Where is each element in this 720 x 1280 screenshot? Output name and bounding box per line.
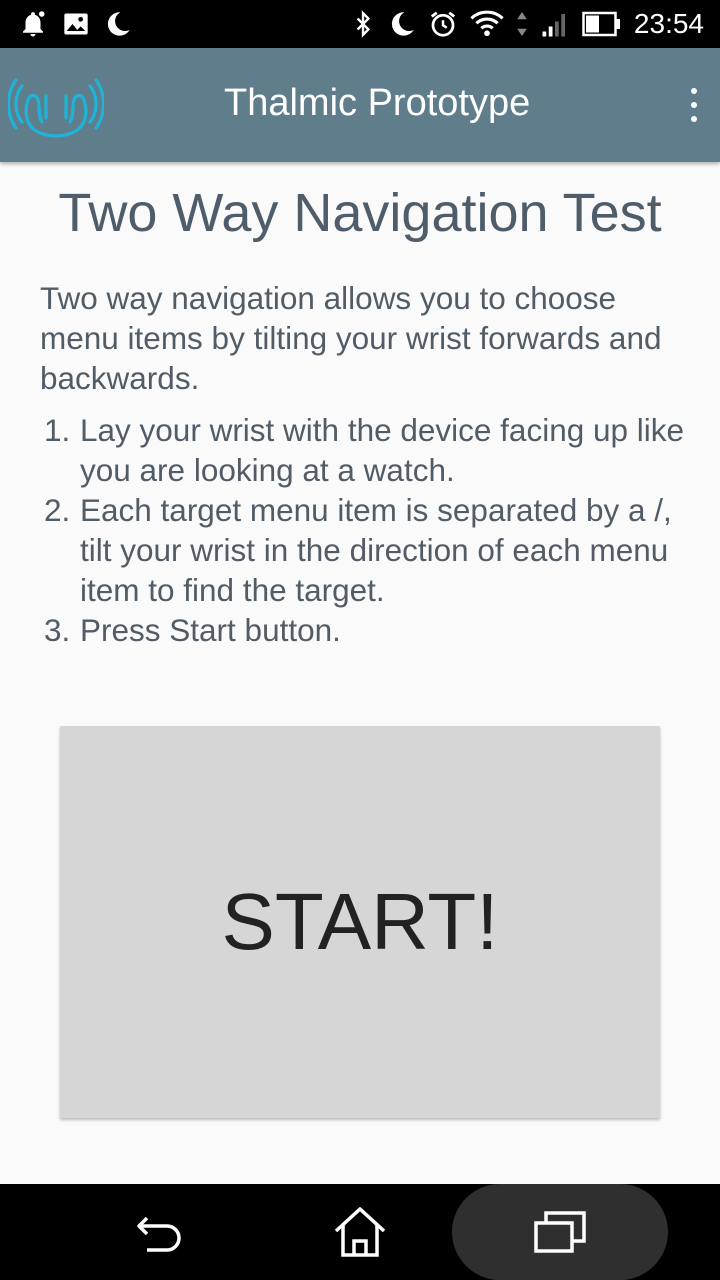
step-item: 2. Each target menu item is separated by… [40,490,690,610]
recents-icon [534,1211,586,1253]
overflow-dot [691,88,697,94]
back-button[interactable] [130,1202,190,1262]
start-button[interactable]: START! [60,726,660,1118]
system-nav-bar [0,1184,720,1280]
bluetooth-icon [356,10,371,38]
status-left-icons [18,6,132,42]
wifi-icon [470,10,504,37]
step-number: 3. [44,612,71,648]
step-text: Press Start button. [80,612,341,648]
wrist-signal-icon[interactable] [8,66,104,146]
status-bar: 23:54 [0,0,720,48]
instruction-steps: 1. Lay your wrist with the device facing… [40,410,690,650]
status-right-icons: 23:54 [350,6,704,42]
back-icon [137,1216,181,1252]
step-text: Lay your wrist with the device facing up… [80,412,685,488]
step-item: 1. Lay your wrist with the device facing… [40,410,690,490]
home-icon [334,1207,386,1257]
alarm-icon [430,11,455,37]
notification-bell-icon [23,11,45,37]
overflow-dot [691,116,697,122]
step-text: Each target menu item is separated by a … [80,492,672,608]
moon-icon [391,12,414,36]
overflow-dot [691,102,697,108]
app-title: Thalmic Prototype [224,82,531,124]
moon-icon [107,12,130,36]
home-button[interactable] [330,1202,390,1262]
step-number: 2. [44,492,71,528]
signal-icon [542,14,565,37]
more-vert-icon[interactable] [682,88,706,122]
main-content: Two Way Navigation Test Two way navigati… [0,162,720,1184]
status-time: 23:54 [633,8,704,39]
page-title: Two Way Navigation Test [58,183,662,243]
image-icon [64,13,88,35]
intro-text: Two way navigation allows you to choose … [40,280,662,396]
app-bar: Thalmic Prototype [0,48,720,162]
step-item: 3. Press Start button. [40,610,690,650]
battery-icon [582,11,620,37]
data-activity-icon [517,12,527,36]
step-number: 1. [44,412,71,448]
recents-button[interactable] [530,1202,590,1262]
